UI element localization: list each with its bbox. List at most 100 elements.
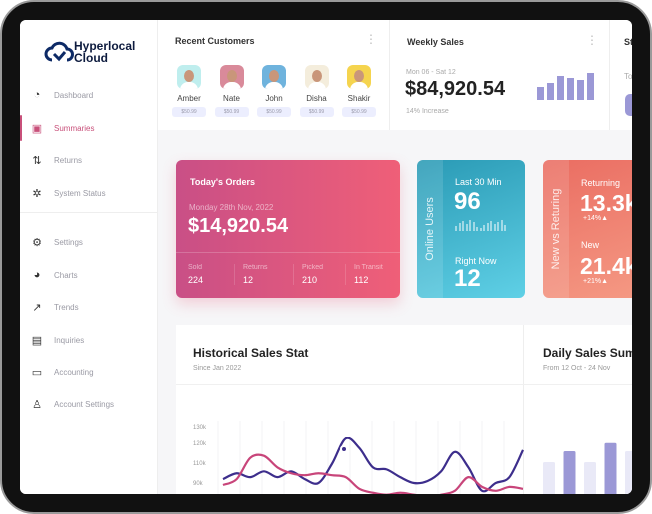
spark-bar (458, 223, 461, 231)
customer-name: Amber (177, 94, 201, 103)
screen: Hyperlocal Cloud ◔ Dashboard ▣ Summaries ⇅ Ret… (20, 20, 632, 494)
sidebar-item-inquiries[interactable]: ▤ Inquiries (20, 327, 158, 353)
stat-label: Returns (243, 264, 268, 271)
customer-name: John (265, 94, 283, 103)
recent-customers-card: Recent Customers ⋮ Amber $50.99 Nate $50.99… (158, 20, 390, 130)
customer-amount: $50.99 (342, 107, 376, 117)
now-value: 12 (454, 265, 481, 292)
customer-name: Shakir (347, 94, 371, 103)
spark-bar (490, 221, 492, 231)
panel-title: Historical Sales Stat (193, 346, 309, 360)
returning-value: 13.3k (580, 190, 632, 216)
action-button[interactable] (625, 94, 632, 116)
chip-icon: ✲ (32, 187, 42, 200)
customer-name: Nate (223, 94, 240, 103)
order-stat: Returns 12 (234, 264, 293, 285)
order-stat: Sold 224 (188, 264, 234, 285)
sidebar-item-accounting[interactable]: ▭ Accounting (20, 359, 158, 385)
online-sparkline (455, 217, 506, 231)
weekly-bar (567, 77, 574, 100)
customer-item[interactable]: Nate $50.99 (214, 65, 249, 117)
daily-bar-chart (543, 442, 632, 494)
returning-change: +14%▲ (583, 215, 609, 222)
sidebar-item-label: System Status (54, 188, 106, 198)
todays-orders-card: Today's Orders Monday 28th Nov, 2022 $14… (176, 160, 400, 298)
card-title: Recent Customers (175, 36, 255, 46)
card-subtitle: To (624, 72, 632, 81)
sidebar-item-charts[interactable]: ◕ Charts (20, 262, 158, 288)
spark-bar (493, 224, 496, 231)
stat-value: 12 (243, 275, 254, 285)
sidebar-item-label: Returns (54, 155, 83, 165)
y-tick-label: 130k (193, 425, 207, 431)
spark-bar (486, 223, 489, 231)
y-tick-label: 90k (193, 481, 204, 487)
message-icon: ▤ (31, 334, 43, 347)
customer-item[interactable]: Shakir $50.99 (342, 65, 376, 117)
spark-bar (469, 220, 471, 231)
last30-value: 96 (454, 188, 481, 215)
vertical-label: New vs Returing (543, 160, 569, 298)
spark-bar (465, 224, 468, 231)
orders-amount: $14,920.54 (188, 215, 289, 237)
daily-bar (625, 451, 632, 494)
spark-bar (472, 222, 475, 231)
spark-bar (455, 226, 457, 231)
chart-point-marker[interactable] (340, 445, 348, 453)
sidebar-item-label: Summaries (54, 123, 95, 133)
last30-label: Last 30 Min (455, 177, 502, 187)
sidebar-item-label: Accounting (54, 367, 94, 377)
y-tick-label: 110k (193, 461, 207, 467)
daily-bar (584, 462, 596, 494)
weekly-bar-chart (537, 72, 597, 100)
sidebar-item-dashboard[interactable]: ◔ Dashboard (20, 82, 158, 108)
gear-icon: ⚙ (32, 236, 42, 249)
online-users-card: Online Users Last 30 Min 96 Right Now 12 (417, 160, 525, 298)
vertical-label: Online Users (417, 160, 443, 298)
weekly-sales-card: Weekly Sales ⋮ Mon 06 - Sat 12 $84,920.5… (390, 20, 610, 130)
customer-amount: $50.99 (299, 107, 334, 117)
sidebar-item-returns[interactable]: ⇅ Returns (20, 147, 158, 173)
gauge-icon: ◔ (33, 89, 41, 101)
order-date: Monday 28th Nov, 2022 (189, 203, 274, 212)
sidebar-item-settings[interactable]: ⚙ Settings (20, 229, 158, 255)
weekly-bar (587, 73, 594, 100)
more-icon[interactable]: ⋮ (586, 34, 598, 46)
sidebar-item-trends[interactable]: ↗ Trends (20, 294, 158, 320)
card-title: Today's Orders (190, 177, 255, 187)
cloud-logo-icon (44, 41, 74, 62)
more-icon[interactable]: ⋮ (365, 33, 377, 45)
panel-subtitle: Since Jan 2022 (193, 365, 242, 372)
customer-item[interactable]: Disha $50.99 (299, 65, 334, 117)
avatar (347, 65, 371, 89)
customer-amount: $50.99 (172, 107, 206, 117)
sidebar-item-label: Trends (54, 302, 79, 312)
customer-amount: $50.99 (214, 107, 249, 117)
sidebar-item-label: Inquiries (54, 335, 85, 345)
sidebar-item-label: Settings (54, 237, 83, 247)
spark-bar (462, 221, 464, 231)
spark-bar (500, 220, 503, 231)
customer-item[interactable]: John $50.99 (257, 65, 291, 117)
sidebar-item-system-status[interactable]: ✲ System Status (20, 180, 158, 206)
pie-chart-icon: ◕ (33, 269, 41, 281)
sidebar-item-account-settings[interactable]: ♙ Account Settings (20, 391, 158, 417)
new-value: 21.4k (580, 253, 632, 279)
historical-sales-panel: Historical Sales Stat Since Jan 2022 130… (176, 325, 524, 494)
stat-label: Sold (188, 264, 203, 271)
panel-subtitle: From 12 Oct - 24 Nov (543, 365, 611, 372)
customer-item[interactable]: Amber $50.99 (172, 65, 206, 117)
order-stat: Picked 210 (293, 264, 345, 285)
sidebar-item-summaries[interactable]: ▣ Summaries (20, 115, 158, 141)
card-title: Weekly Sales (407, 37, 464, 47)
daily-bar (604, 442, 617, 494)
stat-value: 210 (302, 275, 318, 285)
sidebar-divider (20, 212, 158, 213)
avatar (177, 65, 201, 89)
avatar (262, 65, 286, 89)
stat-value: 112 (354, 275, 369, 285)
avatar (219, 65, 244, 89)
sidebar-item-label: Account Settings (54, 399, 115, 409)
wallet-icon: ▣ (31, 122, 43, 135)
arrows-up-down-icon: ⇅ (32, 154, 42, 167)
